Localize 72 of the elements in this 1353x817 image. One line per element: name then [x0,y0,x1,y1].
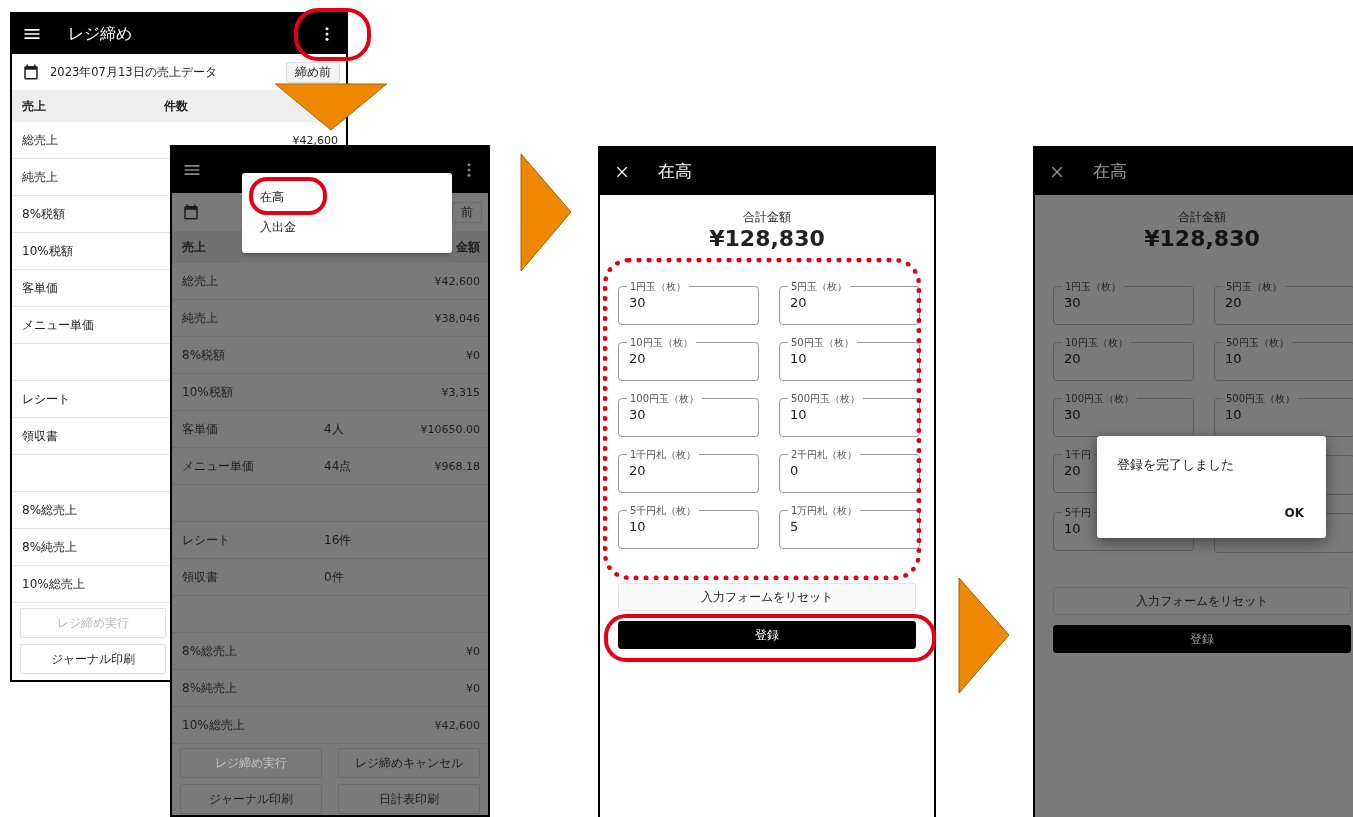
row-label: 客単価 [182,420,219,438]
reset-button[interactable]: 入力フォームをリセット [1053,587,1351,615]
row-label: 10%総売上 [182,716,246,734]
input-field[interactable]: 2千円札（枚） 0 [779,449,920,493]
row-label: 8%税額 [22,205,67,223]
row-amount: ¥42,600 [434,274,480,288]
total-label: 合計金額 [743,209,791,225]
row-amount: ¥42,600 [292,133,338,147]
row-amount: ¥968.18 [434,459,480,473]
row-count: 44点 [324,458,352,473]
row-amount: ¥10650.00 [420,422,480,436]
ok-button[interactable]: OK [1278,502,1310,524]
row-count: 4人 [324,421,344,436]
reset-button[interactable]: 入力フォームをリセット [618,583,916,611]
menu-item[interactable]: 在高 [242,187,302,217]
row-label: 10%税額 [22,242,74,260]
row-label: 総売上 [182,272,219,290]
row-label: レシート [22,390,71,408]
total-amount: ¥128,830 [1144,225,1260,253]
row-amount: ¥0 [466,644,480,658]
row-label: 10%税額 [182,383,234,401]
status-button[interactable]: 締め前 [286,61,340,83]
input-field[interactable]: 1円玉（枚） 30 [1053,281,1194,325]
row-label: 8%税額 [182,346,227,364]
row-label: レシート [182,531,231,549]
row-label: メニュー単価 [22,316,95,334]
input-field[interactable]: 100円玉（枚） 30 [618,393,759,437]
action-button[interactable]: ジャーナル印刷 [180,784,322,814]
input-field[interactable]: 1円玉（枚） 30 [618,281,759,325]
input-field[interactable]: 10円玉（枚） 20 [1053,337,1194,381]
register-button[interactable]: 登録 [1053,625,1351,653]
row-amount: ¥3,315 [441,385,480,399]
dialog-message: 登録を完了しました [1117,457,1234,472]
input-field[interactable]: 5円玉（枚） 20 [1214,281,1353,325]
action-button[interactable]: レジ締めキャンセル [338,748,480,778]
row-label: 8%純売上 [22,538,79,556]
screen-title: 在高 [1093,160,1127,183]
input-field[interactable]: 5千円札（枚） 10 [618,505,759,549]
input-field[interactable]: 10円玉（枚） 20 [618,337,759,381]
row-label: 10%総売上 [22,575,86,593]
action-button[interactable]: 日計表印刷 [338,784,480,814]
row-label: 領収書 [22,427,59,445]
register-button[interactable]: 登録 [618,621,916,649]
row-label: 領収書 [182,568,219,586]
total-amount: ¥128,830 [709,225,825,253]
status-button[interactable]: 前 [452,201,482,223]
row-label: メニュー単価 [182,457,255,475]
input-field[interactable]: 5円玉（枚） 20 [779,281,920,325]
screen-title: 在高 [658,160,692,183]
input-field[interactable]: 1千円札（枚） 20 [618,449,759,493]
input-field[interactable]: 50円玉（枚） 10 [779,337,920,381]
calendar-icon[interactable] [22,63,40,81]
row-label: 8%総売上 [182,642,239,660]
row-amount: ¥0 [466,681,480,695]
row-label: 8%純売上 [182,679,239,697]
row-label: 8%総売上 [22,501,79,519]
row-count: 0件 [324,569,344,584]
row-label: 客単価 [22,279,59,297]
row-label: 総売上 [22,131,59,149]
total-label: 合計金額 [1178,209,1226,225]
action-button[interactable]: ジャーナル印刷 [20,644,166,674]
row-label: 純売上 [22,168,59,186]
input-field[interactable]: 50円玉（枚） 10 [1214,337,1353,381]
date-label: 2023年07月13日の売上データ [50,64,217,80]
row-count: 16件 [324,532,352,547]
row-amount: ¥0 [466,348,480,362]
row-label: 純売上 [182,309,219,327]
row-amount: ¥38,046 [434,311,480,325]
screen-title: レジ締め [68,23,132,45]
row-amount: ¥42,600 [434,718,480,732]
input-field[interactable]: 1万円札（枚） 5 [779,505,920,549]
input-field[interactable]: 500円玉（枚） 10 [779,393,920,437]
